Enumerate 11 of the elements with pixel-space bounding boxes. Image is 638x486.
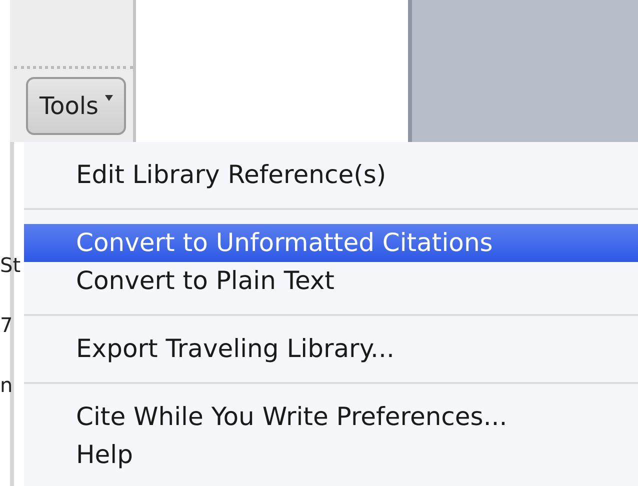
menu-item[interactable]: Convert to Unformatted Citations	[24, 224, 638, 262]
menu-item[interactable]: Help	[24, 436, 638, 474]
menu-item[interactable]: Cite While You Write Preferences...	[24, 398, 638, 436]
document-text: 7	[0, 312, 14, 339]
caret-icon	[104, 95, 113, 101]
document-text: n	[0, 372, 14, 399]
menu-item[interactable]: Export Traveling Library...	[24, 330, 638, 368]
tools-button[interactable]: Tools	[26, 77, 126, 135]
menu-item[interactable]: Edit Library Reference(s)	[24, 156, 638, 194]
menu-item[interactable]: Convert to Plain Text	[24, 262, 638, 300]
document-text: St	[0, 252, 22, 279]
